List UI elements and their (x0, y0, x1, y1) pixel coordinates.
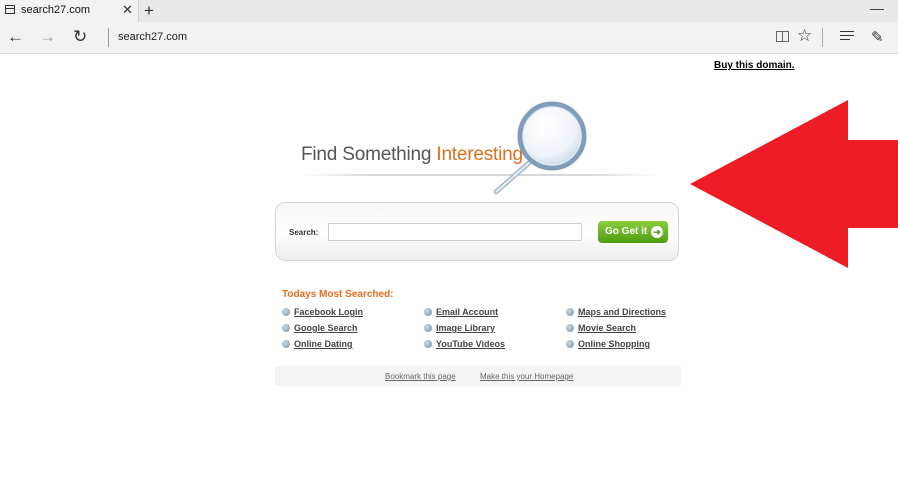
search-input[interactable] (328, 223, 582, 241)
link-online-shopping[interactable]: Online Shopping (566, 339, 650, 349)
red-arrow-icon (690, 100, 898, 268)
link-google-search[interactable]: Google Search (282, 323, 358, 333)
bullet-icon (282, 340, 290, 348)
buy-domain-link[interactable]: Buy this domain. (714, 60, 795, 71)
search-panel: Search: Go Get it ➜ (275, 202, 679, 261)
bullet-icon (566, 324, 574, 332)
bullet-icon (282, 324, 290, 332)
go-button-label: Go Get it (605, 226, 648, 237)
plus-icon[interactable]: + (144, 0, 154, 22)
refresh-icon[interactable]: ↻ (73, 27, 87, 47)
headline-underline (300, 174, 660, 176)
tab-active[interactable]: search27.com ✕ (0, 0, 139, 22)
headline-text: Find Something (301, 144, 437, 165)
web-note-icon[interactable]: ✎ (871, 28, 885, 46)
minimize-icon[interactable]: — (870, 0, 884, 16)
homepage-link[interactable]: Make this your Homepage (480, 372, 573, 381)
tab-bar: search27.com ✕ + — (0, 0, 898, 22)
address-bar: ← → ↻ search27.com ☆ ✎ (0, 22, 898, 54)
star-icon[interactable]: ☆ (797, 26, 812, 46)
page-icon (5, 5, 15, 14)
bullet-icon (566, 340, 574, 348)
link-facebook-login[interactable]: Facebook Login (282, 307, 363, 317)
link-maps-directions[interactable]: Maps and Directions (566, 307, 666, 317)
link-email-account[interactable]: Email Account (424, 307, 498, 317)
arrow-right-icon: ➜ (651, 226, 663, 238)
close-icon[interactable]: ✕ (122, 2, 133, 18)
bookmark-link[interactable]: Bookmark this page (385, 372, 456, 381)
url-field[interactable]: search27.com (118, 31, 187, 43)
magnifying-glass-icon (493, 101, 587, 195)
forward-arrow-icon[interactable]: → (39, 27, 56, 47)
bullet-icon (424, 340, 432, 348)
tab-title: search27.com (21, 4, 91, 16)
toolbar-divider (822, 28, 823, 47)
back-arrow-icon[interactable]: ← (7, 27, 24, 47)
bullet-icon (424, 324, 432, 332)
address-divider (108, 28, 109, 47)
link-movie-search[interactable]: Movie Search (566, 323, 636, 333)
link-image-library[interactable]: Image Library (424, 323, 495, 333)
bullet-icon (282, 308, 290, 316)
hub-icon[interactable] (840, 31, 854, 42)
link-youtube-videos[interactable]: YouTube Videos (424, 339, 505, 349)
bullet-icon (566, 308, 574, 316)
go-get-it-button[interactable]: Go Get it ➜ (598, 221, 668, 243)
bullet-icon (424, 308, 432, 316)
todays-most-searched-title: Todays Most Searched: (282, 289, 394, 300)
search-label: Search: (289, 228, 319, 237)
footer-bar: Bookmark this page Make this your Homepa… (275, 366, 681, 386)
reading-view-icon[interactable] (776, 31, 789, 42)
link-online-dating[interactable]: Online Dating (282, 339, 353, 349)
